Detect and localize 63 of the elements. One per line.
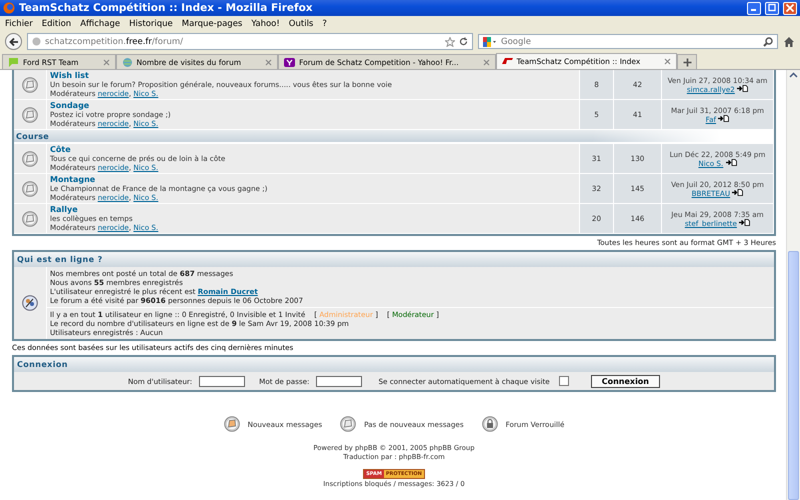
users-online-icon	[22, 295, 38, 311]
forum-status-icon	[22, 150, 38, 166]
menu-item[interactable]: Fichier	[5, 18, 33, 28]
menu-item[interactable]: Yahoo!	[251, 18, 280, 28]
forum-status-icon	[22, 210, 38, 226]
menu-item[interactable]: Marque-pages	[182, 18, 242, 28]
menu-item[interactable]: Outils	[288, 18, 314, 28]
window-title: TeamSchatz Compétition :: Index - Mozilla Firefox	[19, 2, 314, 14]
search-icon[interactable]	[763, 36, 773, 46]
forum-status-icon	[22, 76, 38, 92]
password-field[interactable]	[316, 376, 362, 386]
go-to-post-icon[interactable]	[726, 158, 737, 166]
forum-title-link[interactable]: Côte	[50, 145, 71, 154]
go-to-post-icon[interactable]	[737, 84, 748, 92]
close-icon[interactable]	[265, 58, 272, 66]
go-to-post-icon[interactable]	[718, 114, 730, 122]
username-field[interactable]	[199, 376, 246, 386]
favicon-icon	[122, 56, 132, 68]
forum-title-link[interactable]: Montagne	[50, 175, 96, 184]
lock-icon	[482, 416, 498, 432]
forum-status-icon	[22, 180, 38, 196]
menu-item[interactable]: Affichage	[80, 18, 120, 28]
reload-icon[interactable]	[459, 37, 468, 46]
back-arrow-icon	[8, 36, 18, 46]
close-button[interactable]	[783, 2, 797, 14]
search-engine-icon[interactable]	[483, 36, 497, 46]
category-title[interactable]: Course	[16, 132, 49, 140]
menu-item[interactable]: Historique	[129, 18, 173, 28]
favicon-icon	[8, 56, 19, 68]
favicon-icon	[502, 56, 513, 67]
close-icon	[785, 3, 795, 13]
star-icon[interactable]	[445, 36, 455, 46]
firefox-logo-icon	[3, 2, 15, 14]
favicon-icon	[284, 56, 296, 68]
plus-icon	[682, 58, 692, 66]
new-tab-button[interactable]	[677, 54, 698, 69]
auto-login-checkbox[interactable]	[558, 376, 569, 386]
scrollbar-thumb[interactable]	[788, 250, 799, 500]
globe-icon	[32, 37, 41, 46]
login-button[interactable]: Connexion	[590, 374, 660, 388]
forum-status-icon	[22, 106, 38, 122]
go-to-post-icon[interactable]	[739, 218, 750, 226]
minimize-button[interactable]	[747, 2, 761, 14]
close-icon[interactable]	[482, 58, 490, 66]
search-bar[interactable]: Google	[478, 34, 778, 49]
no-new-posts-icon	[340, 416, 356, 432]
back-button[interactable]	[5, 33, 22, 50]
url-text: schatzcompetition.free.fr/forum/	[45, 36, 183, 46]
forum-title-link[interactable]: Sondage	[50, 101, 90, 110]
section-title[interactable]: Qui est en ligne ?	[17, 255, 103, 264]
maximize-icon	[767, 3, 777, 13]
go-to-post-icon[interactable]	[732, 188, 744, 196]
close-icon[interactable]	[664, 58, 672, 65]
new-posts-icon	[224, 416, 240, 432]
section-title[interactable]: Connexion	[17, 360, 68, 369]
address-bar[interactable]: schatzcompetition.free.fr/forum/	[27, 33, 473, 50]
forum-title-link[interactable]: Rallye	[50, 205, 78, 214]
maximize-button[interactable]	[765, 2, 779, 14]
menu-item[interactable]: ?	[322, 18, 327, 28]
home-icon[interactable]	[783, 36, 795, 48]
forum-title-link[interactable]: Wish list	[50, 71, 89, 80]
menu-item[interactable]: Edition	[42, 18, 72, 28]
close-icon[interactable]	[102, 58, 110, 66]
